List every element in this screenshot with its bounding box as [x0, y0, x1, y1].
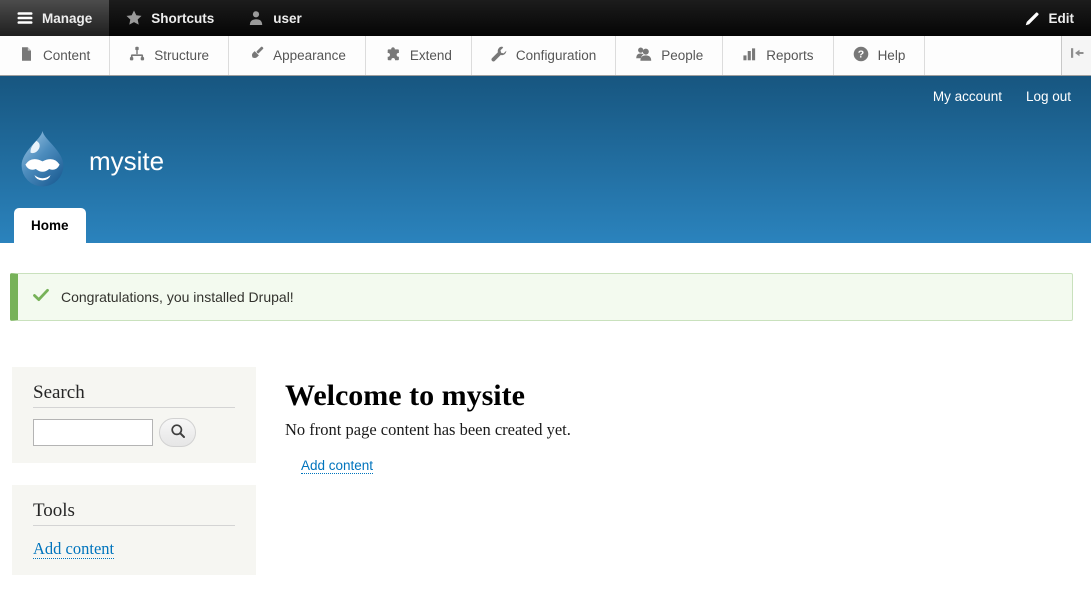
- toolbar-orientation-toggle[interactable]: [1061, 36, 1091, 75]
- search-input[interactable]: [33, 419, 153, 446]
- sidebar: Search Tools Add content: [12, 367, 256, 575]
- svg-text:?: ?: [857, 49, 863, 61]
- toolbar-item-user[interactable]: user: [231, 0, 319, 36]
- tray-item-label: Help: [878, 48, 906, 63]
- toolbar-item-shortcuts[interactable]: Shortcuts: [109, 0, 231, 36]
- tray-item-label: People: [661, 48, 703, 63]
- magnifier-icon: [170, 423, 186, 442]
- main-content: Welcome to mysite No front page content …: [285, 367, 571, 575]
- toolbar-item-label: Shortcuts: [151, 11, 214, 26]
- toolbar-spacer: [319, 0, 1008, 36]
- wrench-icon: [491, 46, 507, 65]
- tray-item-label: Structure: [154, 48, 209, 63]
- status-message-text: Congratulations, you installed Drupal!: [61, 289, 294, 305]
- tray-item-label: Reports: [766, 48, 813, 63]
- tray-item-label: Content: [43, 48, 90, 63]
- search-button[interactable]: [159, 418, 196, 447]
- edit-button[interactable]: Edit: [1008, 0, 1091, 36]
- page-title: Welcome to mysite: [285, 379, 571, 412]
- block-divider: [33, 407, 235, 408]
- pencil-icon: [1025, 11, 1040, 26]
- empty-frontpage-text: No front page content has been created y…: [285, 420, 571, 440]
- tray-item-label: Extend: [410, 48, 452, 63]
- tray-item-label: Appearance: [273, 48, 346, 63]
- toolbar-item-label: user: [273, 11, 302, 26]
- tray-item-extend[interactable]: Extend: [366, 36, 472, 75]
- tools-block: Tools Add content: [12, 485, 256, 575]
- tools-block-title: Tools: [33, 500, 235, 522]
- content-region: Congratulations, you installed Drupal! S…: [0, 273, 1091, 575]
- block-divider: [33, 525, 235, 526]
- tools-add-content-link[interactable]: Add content: [33, 539, 114, 559]
- site-header: My account Log out mysite Home: [0, 76, 1091, 243]
- tray-spacer: [925, 36, 1061, 75]
- puzzle-icon: [385, 46, 401, 65]
- people-icon: [635, 46, 652, 65]
- secondary-menu: My account Log out: [933, 89, 1071, 104]
- page-layout: Search Tools Add content Welcome to mysi…: [10, 367, 1073, 575]
- checkmark-icon: [33, 288, 49, 306]
- search-block-title: Search: [33, 382, 235, 404]
- tray-item-reports[interactable]: Reports: [723, 36, 833, 75]
- sitemap-icon: [129, 46, 145, 65]
- search-block: Search: [12, 367, 256, 463]
- star-icon: [126, 10, 142, 26]
- tray-item-structure[interactable]: Structure: [110, 36, 229, 75]
- druplicon-logo[interactable]: [14, 130, 71, 192]
- tools-menu: Add content: [33, 539, 235, 559]
- toolbar-item-manage[interactable]: Manage: [0, 0, 109, 36]
- user-icon: [248, 10, 264, 26]
- tray-item-people[interactable]: People: [616, 36, 723, 75]
- tray-item-appearance[interactable]: Appearance: [229, 36, 366, 75]
- bar-chart-icon: [742, 46, 757, 65]
- tab-home[interactable]: Home: [14, 208, 86, 243]
- admin-tray: Content Structure Appearance Extend Conf…: [0, 36, 1091, 76]
- tray-item-help[interactable]: ? Help: [834, 36, 926, 75]
- primary-tabs: Home: [14, 208, 86, 243]
- status-message: Congratulations, you installed Drupal!: [10, 273, 1073, 321]
- menu-icon: [17, 10, 33, 26]
- help-icon: ?: [853, 46, 869, 65]
- site-name[interactable]: mysite: [89, 146, 164, 177]
- admin-toolbar: Manage Shortcuts user Edit: [0, 0, 1091, 36]
- edit-label: Edit: [1049, 11, 1075, 26]
- tray-item-label: Configuration: [516, 48, 596, 63]
- search-form: [33, 418, 235, 447]
- my-account-link[interactable]: My account: [933, 89, 1002, 104]
- add-content-link[interactable]: Add content: [301, 458, 373, 474]
- paintbrush-icon: [248, 46, 264, 65]
- tray-item-configuration[interactable]: Configuration: [472, 36, 616, 75]
- tray-item-content[interactable]: Content: [0, 36, 110, 75]
- toolbar-orientation-toggle-icon: [1069, 45, 1085, 66]
- file-icon: [19, 46, 34, 65]
- toolbar-item-label: Manage: [42, 11, 92, 26]
- node-links: Add content: [301, 457, 571, 475]
- log-out-link[interactable]: Log out: [1026, 89, 1071, 104]
- site-branding[interactable]: mysite: [14, 130, 164, 192]
